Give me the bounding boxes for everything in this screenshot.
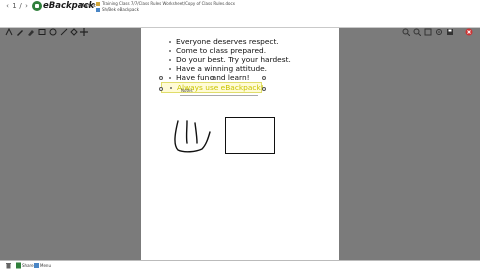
selection-handle[interactable] <box>159 87 163 91</box>
page-view-icon[interactable] <box>424 28 432 36</box>
save-icon[interactable] <box>446 28 454 36</box>
note-underline <box>180 95 258 96</box>
bottom-bar: Share Menu <box>0 260 480 270</box>
selection-handle[interactable] <box>262 76 266 80</box>
user-folder-icon <box>96 8 100 12</box>
ellipse-tool-icon[interactable] <box>49 28 57 36</box>
close-icon[interactable] <box>465 28 473 36</box>
selection-handle[interactable] <box>262 87 266 91</box>
selection-handle[interactable] <box>159 76 163 80</box>
share-label[interactable]: Share <box>22 262 34 269</box>
note-label: Notes <box>181 88 193 93</box>
rectangle-tool-icon[interactable] <box>38 28 46 36</box>
bullet-item: Have fun and learn! <box>169 73 333 82</box>
zoom-in-icon[interactable] <box>402 28 410 36</box>
breadcrumb-sub: Sh/Bek eBackpack <box>96 7 139 12</box>
trash-icon[interactable] <box>5 262 12 269</box>
app-logo-sub: Markit <box>80 3 96 9</box>
highlighter-icon[interactable] <box>27 28 35 36</box>
title-row: ‹ 1 / › eBackpack Markit Training Class … <box>0 0 480 12</box>
stamp-tool-icon[interactable] <box>70 28 78 36</box>
selection-handle[interactable] <box>210 76 214 80</box>
handdrawn-hand-sketch[interactable] <box>172 119 212 159</box>
app-window: ‹ 1 / › eBackpack Markit Training Class … <box>0 0 480 270</box>
back-button[interactable]: ‹ <box>4 2 11 10</box>
drawn-rectangle[interactable] <box>225 117 275 154</box>
pen-icon[interactable] <box>16 28 24 36</box>
breadcrumb[interactable]: Training Class 7/7/Class Rules Worksheet… <box>96 1 235 6</box>
backpack-logo-icon <box>32 1 42 11</box>
line-tool-icon[interactable] <box>60 28 68 36</box>
bullet-item: Have a winning attitude. <box>169 64 333 73</box>
move-tool-icon[interactable] <box>80 28 88 36</box>
menu-icon[interactable] <box>33 262 40 269</box>
breadcrumb-sub-text: Sh/Bek eBackpack <box>102 7 139 12</box>
bullet-item: Everyone deserves respect. <box>169 37 333 46</box>
settings-icon[interactable] <box>435 28 443 36</box>
menu-label[interactable]: Menu <box>40 262 51 269</box>
top-toolbar: ‹ 1 / › eBackpack Markit Training Class … <box>0 0 480 36</box>
bullet-list: Everyone deserves respect. Come to class… <box>161 37 333 93</box>
forward-button[interactable]: › <box>23 2 30 10</box>
folder-icon <box>96 2 100 6</box>
tool-row <box>0 13 480 36</box>
select-arrow-icon[interactable] <box>5 28 13 36</box>
document-icon[interactable] <box>15 262 22 269</box>
zoom-out-icon[interactable] <box>413 28 421 36</box>
bullet-item: Come to class prepared. <box>169 46 333 55</box>
bullet-item: Do your best. Try your hardest. <box>169 55 333 64</box>
breadcrumb-path: Training Class 7/7/Class Rules Worksheet… <box>102 1 236 6</box>
selected-bullet-item[interactable]: Always use eBackpack! <box>161 82 264 93</box>
